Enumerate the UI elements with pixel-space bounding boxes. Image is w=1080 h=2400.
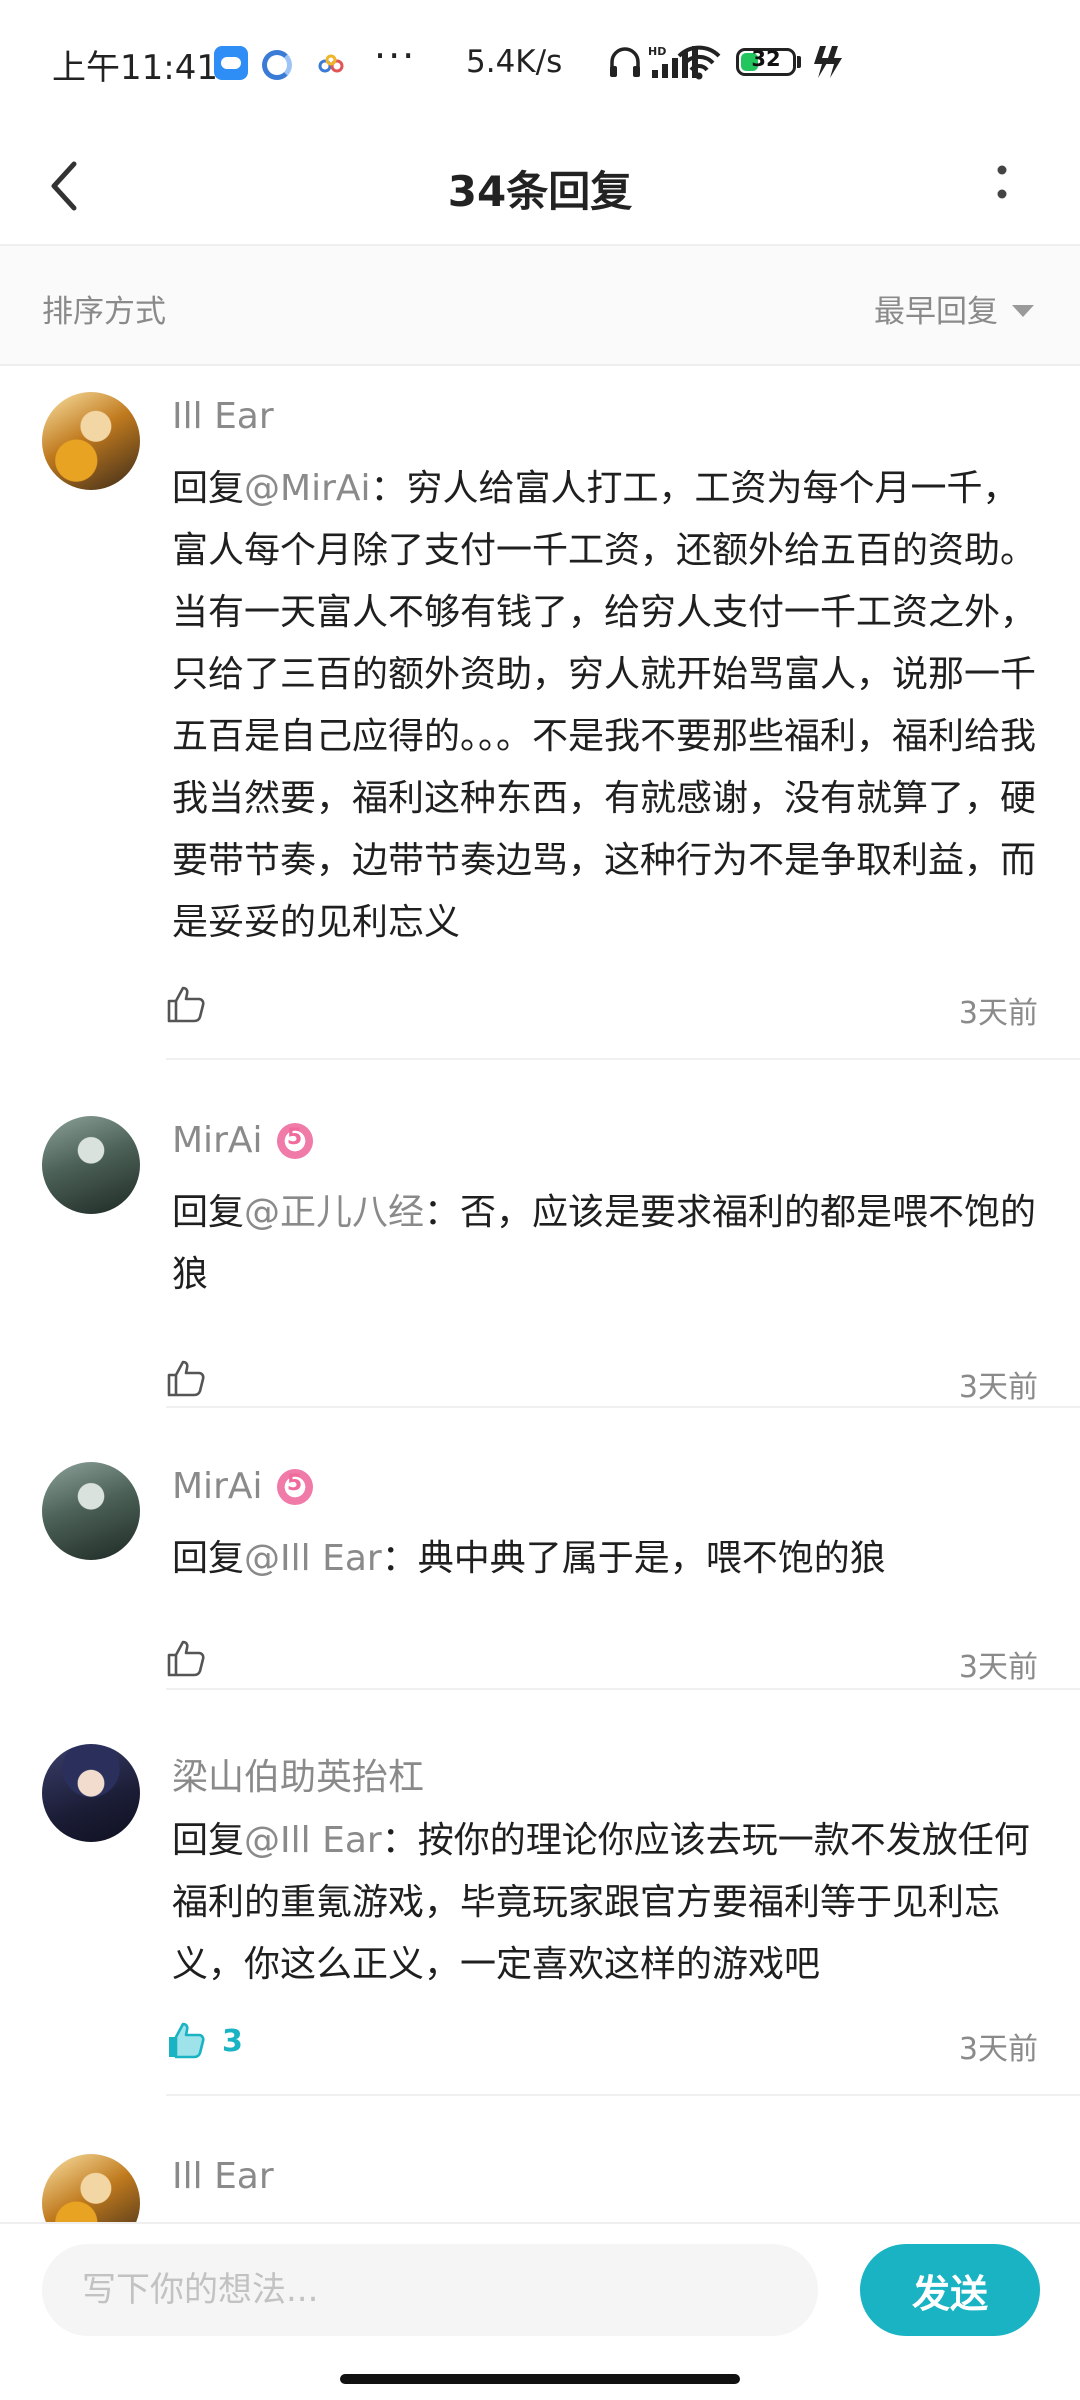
avatar[interactable]: [42, 1462, 140, 1560]
comment-body: 回复@正儿八经：否，应该是要求福利的都是喂不饱的狼: [172, 1182, 1040, 1306]
thumbs-up-filled-icon[interactable]: [166, 2020, 206, 2060]
comment-body: 回复@Ill Ear：典中典了属于是，喂不饱的狼: [172, 1528, 1040, 1590]
send-button[interactable]: 发送: [860, 2244, 1040, 2336]
comment-username[interactable]: MirAi 5: [172, 1466, 313, 1507]
avatar[interactable]: [42, 1744, 140, 1842]
thumbs-up-icon[interactable]: [166, 984, 206, 1024]
level-badge: 5: [276, 1122, 313, 1159]
avatar[interactable]: [42, 392, 140, 490]
more-vertical-icon[interactable]: [980, 154, 1024, 214]
comment-time: 3天前: [958, 2032, 1038, 2067]
reply-prefix: 回复: [172, 468, 245, 509]
avatar[interactable]: [42, 2154, 140, 2222]
caret-down-icon: [1012, 304, 1034, 317]
comment-time: 3天前: [958, 1370, 1038, 1405]
headphone-icon: [610, 47, 640, 77]
comment-item: Ill Ear: [0, 2094, 1080, 2222]
cloud-app-icon: [214, 46, 248, 80]
reply-input[interactable]: [42, 2244, 818, 2336]
comment-username[interactable]: Ill Ear: [172, 396, 274, 437]
svg-text:HD: HD: [648, 45, 666, 58]
header: 34条回复: [0, 128, 1080, 246]
divider: [166, 1406, 1080, 1408]
divider: [166, 1058, 1080, 1060]
sort-bar: 排序方式 最早回复: [0, 246, 1080, 366]
mention-link[interactable]: @Ill Ear: [244, 1538, 382, 1579]
sort-label: 排序方式: [42, 294, 166, 330]
reply-prefix: 回复: [172, 1192, 245, 1233]
status-more-dots: ···: [374, 34, 417, 78]
username-text: Ill Ear: [172, 396, 274, 437]
username-text: MirAi: [172, 1466, 263, 1507]
reply-prefix: 回复: [172, 1820, 245, 1861]
comment-body: 回复@Ill Ear：按你的理论你应该去玩一款不发放任何福利的重氪游戏，毕竟玩家…: [172, 1810, 1040, 1996]
username-text: MirAi: [172, 1120, 263, 1161]
divider: [166, 1688, 1080, 1690]
ring-app-icon: [262, 50, 292, 80]
thumbs-up-icon[interactable]: [166, 1638, 206, 1678]
reply-prefix: 回复: [172, 1538, 245, 1579]
comment-username[interactable]: Ill Ear: [172, 2156, 274, 2197]
wifi-icon: [677, 45, 721, 80]
username-text: 梁山伯助英抬杠: [172, 1757, 425, 1798]
mention-link[interactable]: @正儿八经: [244, 1192, 424, 1233]
battery-level: 32: [751, 47, 781, 71]
status-time: 上午11:41: [52, 48, 218, 88]
charging-icon: [814, 46, 842, 78]
network-speed: 5.4K/s: [466, 44, 563, 80]
like-count: 3: [222, 2024, 243, 2059]
home-indicator[interactable]: [340, 2374, 740, 2384]
comment-text: ：穷人给富人打工，工资为每个月一千，富人每个月除了支付一千工资，还额外给五百的资…: [172, 468, 1037, 943]
comment-time: 3天前: [958, 1650, 1038, 1685]
comment-time: 3天前: [958, 996, 1038, 1031]
comment-username[interactable]: 梁山伯助英抬杠: [172, 1748, 424, 1800]
comment-text: ：典中典了属于是，喂不饱的狼: [381, 1538, 886, 1579]
mention-link[interactable]: @Ill Ear: [244, 1820, 382, 1861]
battery-tip: [797, 56, 801, 68]
thumbs-up-icon[interactable]: [166, 1358, 206, 1398]
mention-link[interactable]: @MirAi: [244, 468, 371, 509]
level-badge: 5: [276, 1468, 313, 1505]
comment-username[interactable]: MirAi 5: [172, 1120, 313, 1161]
reply-input-bar: 发送: [0, 2222, 1080, 2352]
sort-dropdown[interactable]: 最早回复: [874, 286, 1034, 331]
status-bar: 上午11:41 ··· 5.4K/s HD 32: [0, 0, 1080, 128]
comment-body: 回复@MirAi：穷人给富人打工，工资为每个月一千，富人每个月除了支付一千工资，…: [172, 458, 1040, 954]
page-title: 34条回复: [447, 167, 633, 216]
ribbon-app-icon: [318, 54, 344, 73]
battery-icon: 32: [736, 47, 796, 76]
sort-selected-value: 最早回复: [874, 294, 998, 330]
avatar[interactable]: [42, 1116, 140, 1214]
username-text: Ill Ear: [172, 2156, 274, 2197]
